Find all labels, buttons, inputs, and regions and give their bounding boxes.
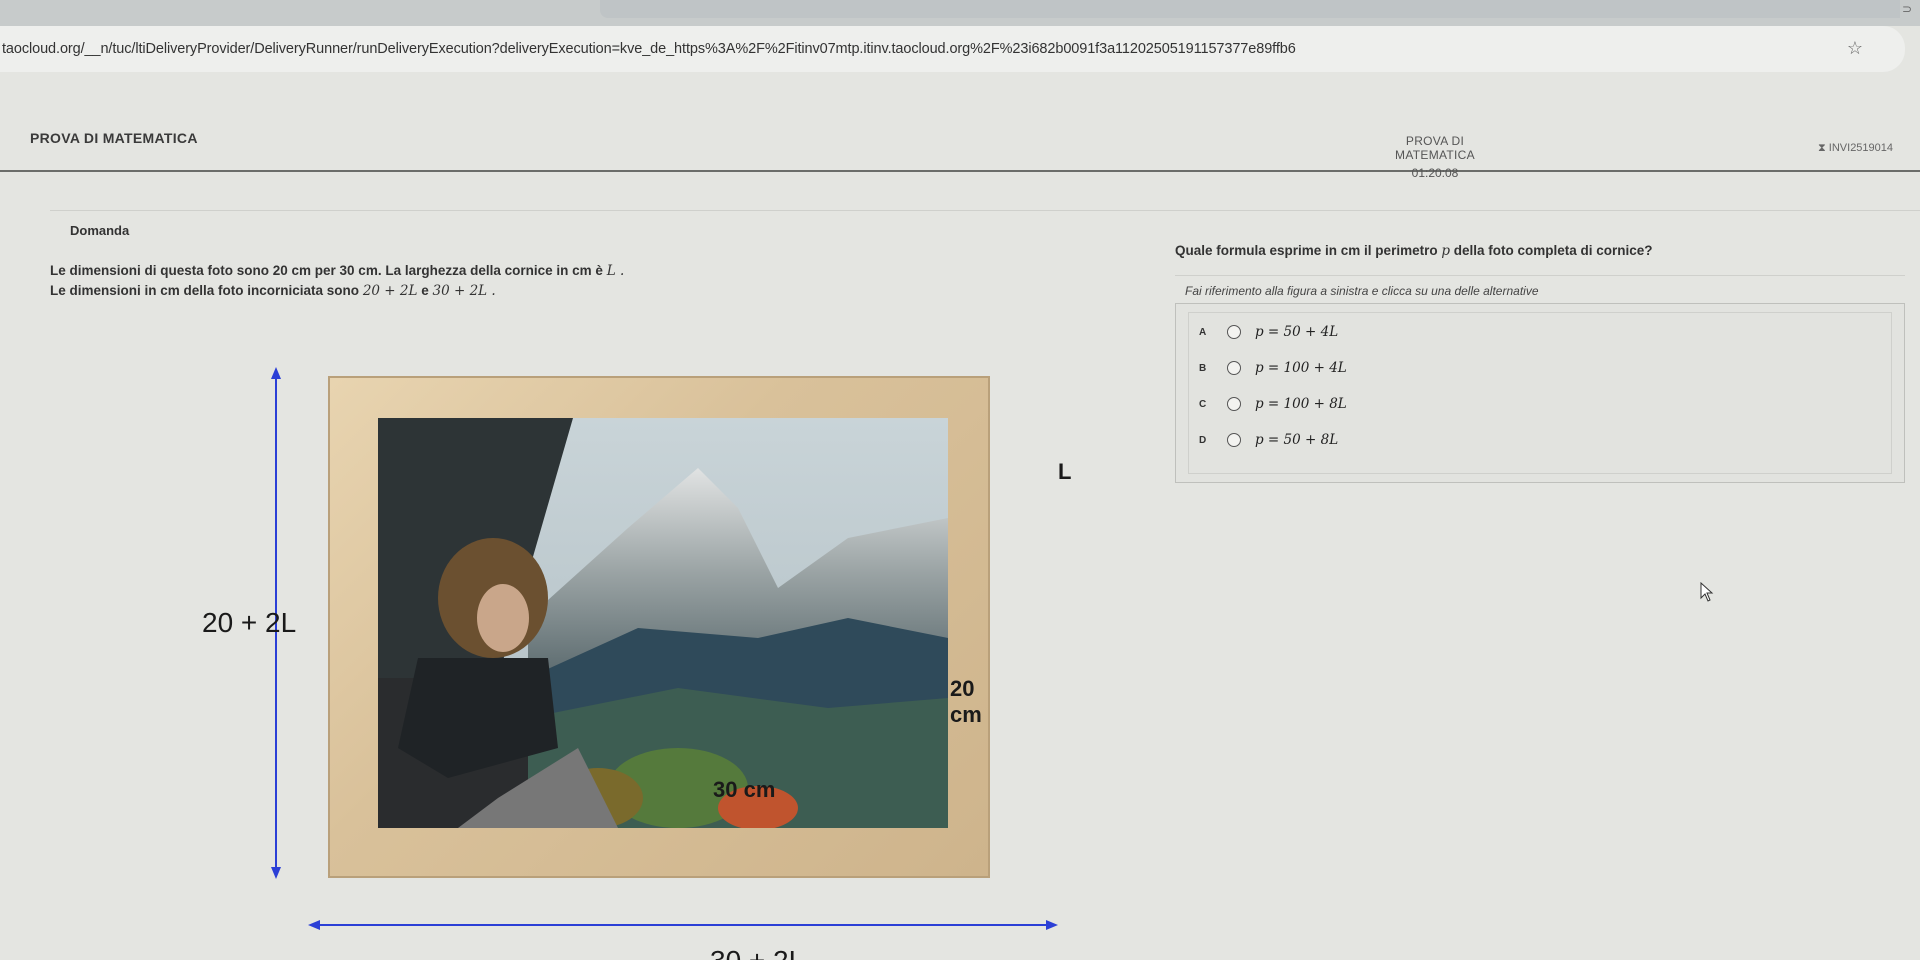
prompt-math: p (1441, 243, 1450, 259)
test-section-title: PROVA DI MATEMATICA (1395, 134, 1475, 162)
choice-a[interactable]: A p = 50 + 4L (1199, 317, 1338, 347)
instructions-text: Fai riferimento alla figura a sinistra e… (1185, 284, 1539, 298)
choice-formula[interactable]: p = 100 + 8L (1255, 396, 1347, 412)
choice-letter: B (1199, 362, 1207, 374)
photo-height-label: 20 cm (950, 676, 982, 727)
picture-frame (328, 376, 990, 878)
user-icon: ⧗ (1818, 142, 1826, 154)
choice-list-inner: A p = 50 + 4L B p = 100 + 4L C p = 100 +… (1188, 312, 1892, 474)
radio-button[interactable] (1227, 433, 1241, 447)
user-info: ⧗ INVI2519014 (1818, 142, 1893, 155)
choice-list: A p = 50 + 4L B p = 100 + 4L C p = 100 +… (1175, 303, 1905, 483)
choice-d[interactable]: D p = 50 + 8L (1199, 425, 1338, 455)
tab-bar (600, 0, 1900, 18)
frame-width-label-text: 30 + 2L (710, 945, 804, 960)
mountain-photo (378, 418, 948, 828)
choice-letter: A (1199, 326, 1207, 338)
prompt-text: Quale formula esprime in cm il perimetro (1175, 243, 1438, 258)
frame-height-label: 20 + 2L (202, 607, 297, 638)
question-prompt: Quale formula esprime in cm il perimetro… (1175, 243, 1653, 259)
framed-photo-figure: 20 + 2L 30 + 2L L 20 cm 30 cm (50, 211, 1071, 960)
choice-formula[interactable]: p = 50 + 8L (1255, 432, 1338, 448)
user-id: INVI2519014 (1828, 142, 1894, 154)
window-menu-icon[interactable]: ⊃ (1902, 2, 1912, 16)
timer: 01:20:08 (1411, 166, 1459, 180)
url-text[interactable]: taocloud.org/__n/tuc/ltiDeliveryProvider… (2, 41, 1782, 57)
test-title: PROVA DI MATEMATICA (30, 130, 198, 146)
choice-letter: D (1199, 434, 1207, 446)
frame-width-label: 30 + 2L (710, 945, 804, 960)
choice-letter: C (1199, 398, 1207, 410)
address-bar[interactable]: taocloud.org/__n/tuc/ltiDeliveryProvider… (0, 26, 1905, 72)
browser-tab-strip: ⊃ (0, 0, 1920, 26)
choice-formula[interactable]: p = 100 + 4L (1255, 360, 1347, 376)
photo-width-label: 30 cm (713, 777, 776, 802)
choice-c[interactable]: C p = 100 + 8L (1199, 389, 1347, 419)
bookmark-star-icon[interactable]: ☆ (1847, 38, 1863, 59)
choice-b[interactable]: B p = 100 + 4L (1199, 353, 1347, 383)
instructions: Fai riferimento alla figura a sinistra e… (1175, 275, 1905, 303)
radio-button[interactable] (1227, 325, 1241, 339)
question-panel: Domanda Le dimensioni di questa foto son… (50, 210, 1920, 960)
test-info: PROVA DI MATEMATICA 01:20:08 (1370, 134, 1500, 180)
choice-formula[interactable]: p = 50 + 4L (1255, 324, 1338, 340)
radio-button[interactable] (1227, 397, 1241, 411)
frame-thickness-label: L (1058, 459, 1072, 484)
prompt-text: della foto completa di cornice? (1453, 243, 1653, 258)
test-header: PROVA DI MATEMATICA PROVA DI MATEMATICA … (0, 100, 1920, 180)
mouse-cursor-icon (1700, 582, 1714, 602)
radio-button[interactable] (1227, 361, 1241, 375)
